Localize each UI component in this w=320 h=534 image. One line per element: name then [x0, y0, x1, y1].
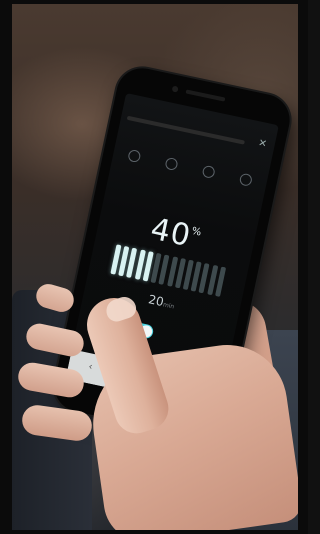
frame-bottom: [0, 530, 308, 534]
earpiece-speaker: [185, 89, 226, 102]
settings-icon[interactable]: [238, 172, 253, 187]
minutes-unit: min: [162, 301, 175, 311]
front-camera-icon: [171, 85, 179, 93]
status-icon: [127, 148, 142, 164]
mode-icon: [201, 164, 216, 179]
photo: ✕ 40% 20min ‹: [0, 0, 308, 534]
toggle-label: [160, 327, 219, 339]
close-icon[interactable]: ✕: [257, 138, 267, 151]
frame-top: [0, 0, 308, 4]
status-icon-col: [113, 147, 152, 183]
icons-row: [113, 147, 264, 207]
charge-icon: [164, 156, 179, 172]
charge-icon-col: [150, 155, 189, 191]
percent-value: 40: [147, 211, 195, 255]
percent-unit: %: [190, 225, 204, 239]
frame-right: [298, 0, 308, 534]
settings-icon-col[interactable]: [224, 170, 263, 206]
mode-icon-col: [187, 162, 226, 198]
frame-left: [0, 0, 12, 534]
